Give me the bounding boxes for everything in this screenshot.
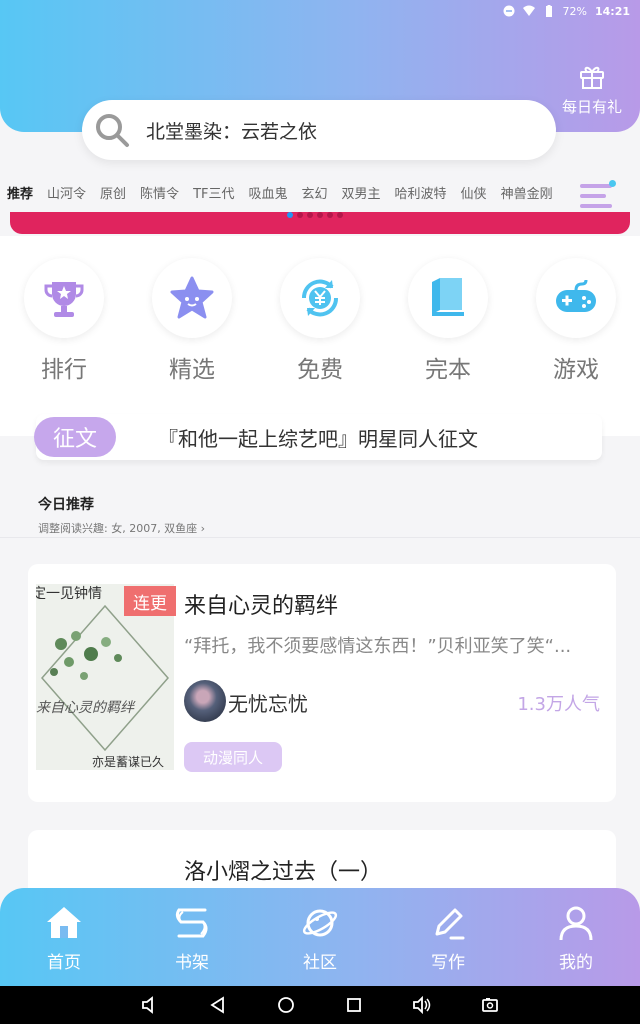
tab-bl[interactable]: 双男主: [335, 183, 388, 202]
tab-vampire[interactable]: 吸血鬼: [241, 183, 294, 202]
nav-label: 社区: [303, 953, 337, 973]
quick-nav-label: 免费: [297, 357, 343, 383]
carousel-indicator: [287, 212, 343, 218]
wifi-icon: [522, 5, 535, 16]
quick-nav-games[interactable]: 游戏: [512, 258, 640, 384]
battery-level: 72%: [562, 4, 587, 18]
book-title: 来自心灵的羁绊: [184, 594, 339, 619]
popularity-count: 1.3万人气: [517, 694, 600, 715]
quick-nav-label: 完本: [425, 357, 471, 383]
book-icon: [432, 278, 464, 316]
serializing-badge: 连更: [124, 586, 176, 616]
category-tabs: 推荐 山河令 原创 陈情令 TF三代 吸血鬼 玄幻 双男主 哈利波特 仙侠 神兽…: [0, 172, 640, 212]
tab-chenqingling[interactable]: 陈情令: [133, 183, 186, 202]
more-tabs-button[interactable]: [580, 180, 616, 214]
divider: [0, 537, 640, 538]
book-description: “拜托，我不须要感情这东西！”贝利亚笑了笑“...: [184, 636, 572, 657]
essay-text: 『和他一起上综艺吧』明星同人征文: [158, 426, 478, 451]
nav-label: 首页: [47, 953, 81, 973]
nav-label: 我的: [559, 953, 593, 973]
quick-nav: 排行 精选 免费 完本 游戏: [0, 258, 640, 384]
recents-icon[interactable]: [344, 995, 364, 1015]
tab-tf3[interactable]: TF三代: [186, 183, 241, 202]
essay-contest-banner[interactable]: 征文 『和他一起上综艺吧』明星同人征文: [34, 414, 602, 460]
search-input[interactable]: 北堂墨染：云若之依: [146, 117, 317, 144]
author-name: 无忧忘忧: [228, 692, 308, 716]
home-icon: [47, 907, 81, 938]
gift-label: 每日有礼: [561, 98, 622, 116]
tab-original[interactable]: 原创: [93, 183, 133, 202]
tab-shanheling[interactable]: 山河令: [40, 183, 93, 202]
tab-harry-potter[interactable]: 哈利波特: [388, 183, 454, 202]
quick-nav-label: 排行: [41, 357, 87, 383]
trophy-icon: [44, 282, 84, 317]
notification-dot: [609, 180, 616, 187]
interest-settings-link[interactable]: 调整阅读兴趣: 女, 2007, 双鱼座 ›: [38, 520, 205, 536]
home-circle-icon[interactable]: [276, 995, 296, 1015]
bottom-navigation: 首页 书架 社区 写作 我的: [0, 888, 640, 986]
daily-gift-button[interactable]: 每日有礼: [556, 62, 628, 117]
volume-up-icon[interactable]: [412, 995, 432, 1015]
cover-text-top: 定一见钟情: [36, 585, 102, 602]
book-title: 洛小熠之过去（一）: [184, 860, 383, 885]
nav-label: 写作: [431, 953, 465, 973]
search-bar[interactable]: 北堂墨染：云若之依: [82, 100, 556, 160]
quick-nav-completed[interactable]: 完本: [384, 258, 512, 384]
cover-text-mid: 来自心灵的羁绊: [36, 700, 136, 716]
gamepad-icon: [556, 279, 596, 312]
book-card[interactable]: 定一见钟情 来自心灵的羁绊 亦是蓄谋已久 连更 来自心灵的羁绊 “拜托，我不须要…: [28, 564, 616, 802]
essay-badge: 征文: [34, 417, 116, 457]
tab-recommend[interactable]: 推荐: [0, 183, 40, 202]
nav-community[interactable]: 社区: [256, 888, 384, 986]
quick-nav-label: 精选: [169, 357, 215, 383]
nav-bookshelf[interactable]: 书架: [128, 888, 256, 986]
quick-nav-label: 游戏: [553, 357, 599, 383]
clock: 14:21: [594, 4, 630, 18]
star-icon: [170, 276, 214, 319]
gift-icon: [580, 66, 604, 89]
bookshelf-icon: [175, 908, 208, 938]
quick-nav-selected[interactable]: 精选: [128, 258, 256, 384]
nav-label: 书架: [175, 953, 209, 973]
nav-profile[interactable]: 我的: [512, 888, 640, 986]
battery-icon: [545, 5, 552, 17]
pen-icon: [435, 908, 465, 940]
section-title: 今日推荐: [38, 497, 94, 513]
quick-nav-free[interactable]: 免费: [256, 258, 384, 384]
tab-shenshou[interactable]: 神兽金刚: [494, 183, 560, 202]
nav-write[interactable]: 写作: [384, 888, 512, 986]
screenshot-icon[interactable]: [480, 995, 500, 1015]
search-icon: [96, 114, 129, 147]
cover-text-bottom: 亦是蓄谋已久: [92, 754, 164, 769]
tab-fantasy[interactable]: 玄幻: [295, 183, 335, 202]
system-navigation-bar: [0, 986, 640, 1024]
author-avatar: [184, 680, 226, 722]
quick-nav-ranking[interactable]: 排行: [0, 258, 128, 384]
tab-xianxia[interactable]: 仙侠: [454, 183, 494, 202]
genre-tag[interactable]: 动漫同人: [184, 742, 282, 772]
user-icon: [559, 906, 593, 941]
yen-coin-icon: [301, 279, 339, 317]
nav-home[interactable]: 首页: [0, 888, 128, 986]
dnd-icon: [503, 5, 515, 17]
volume-down-icon[interactable]: [140, 995, 160, 1015]
status-bar: 72% 14:21: [503, 0, 630, 22]
back-icon[interactable]: [208, 995, 228, 1015]
planet-icon: [302, 909, 338, 937]
